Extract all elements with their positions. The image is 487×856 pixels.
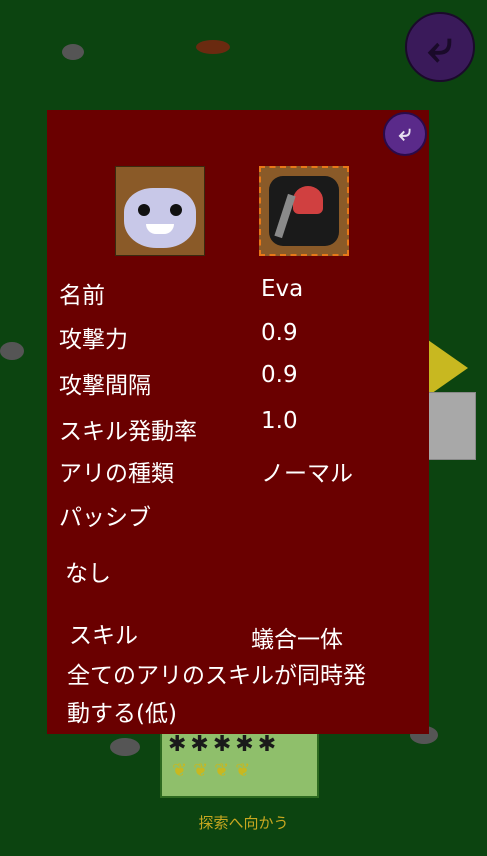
stat-row-name: 名前 Eva	[59, 276, 303, 310]
ant-detail-dialog: ⤶ 名前 Eva 攻撃力 0.9 攻撃間隔 0.9 スキル発動率 1.0 アリの…	[47, 110, 429, 734]
explore-button[interactable]: 探索へ向かう	[0, 812, 487, 833]
pebble	[110, 738, 140, 756]
stat-label: 攻撃間隔	[59, 373, 151, 399]
stat-value: 0.9	[261, 362, 298, 388]
vine-icon: ❦❦❦❦	[172, 760, 257, 781]
pebble	[0, 342, 24, 360]
stat-row-type: アリの種類 ノーマル	[59, 454, 353, 488]
stat-row-attack: 攻撃力 0.9	[59, 320, 298, 354]
ant-portrait	[115, 166, 205, 256]
stat-label: スキル発動率	[59, 419, 197, 445]
skill-description-line2: 動する(低)	[67, 701, 177, 727]
skill-description-line1: 全てのアリのスキルが同時発	[67, 663, 366, 689]
back-button[interactable]: ⤶	[405, 12, 475, 82]
pebble	[62, 44, 84, 60]
next-arrow-icon[interactable]	[428, 340, 468, 396]
ant-face-icon	[124, 188, 196, 248]
stat-value: 1.0	[261, 408, 298, 434]
ants-icon: ✱✱✱✱✱	[168, 732, 281, 757]
stat-label: 名前	[59, 283, 105, 309]
passive-label: パッシブ	[59, 505, 151, 531]
close-button[interactable]: ⤶	[383, 112, 427, 156]
back-arrow-icon: ⤶	[427, 21, 453, 72]
pebble	[196, 40, 230, 54]
skill-label: スキル	[69, 623, 138, 649]
stat-row-interval: 攻撃間隔 0.9	[59, 362, 298, 400]
passive-value: なし	[65, 561, 111, 587]
stat-value: ノーマル	[261, 461, 353, 487]
axe-icon	[269, 176, 339, 246]
ant-nest-card[interactable]: ✱✱✱✱✱ ❦❦❦❦	[160, 728, 319, 798]
stat-row-skill-rate: スキル発動率 1.0	[59, 408, 298, 446]
stat-value: Eva	[261, 276, 304, 302]
side-panel	[426, 392, 476, 460]
skill-name: 蟻合一体	[251, 627, 343, 653]
stat-value: 0.9	[261, 320, 298, 346]
stat-label: 攻撃力	[59, 327, 128, 353]
back-arrow-icon: ⤶	[398, 121, 412, 146]
weapon-slot[interactable]	[259, 166, 349, 256]
stat-label: アリの種類	[59, 461, 174, 487]
